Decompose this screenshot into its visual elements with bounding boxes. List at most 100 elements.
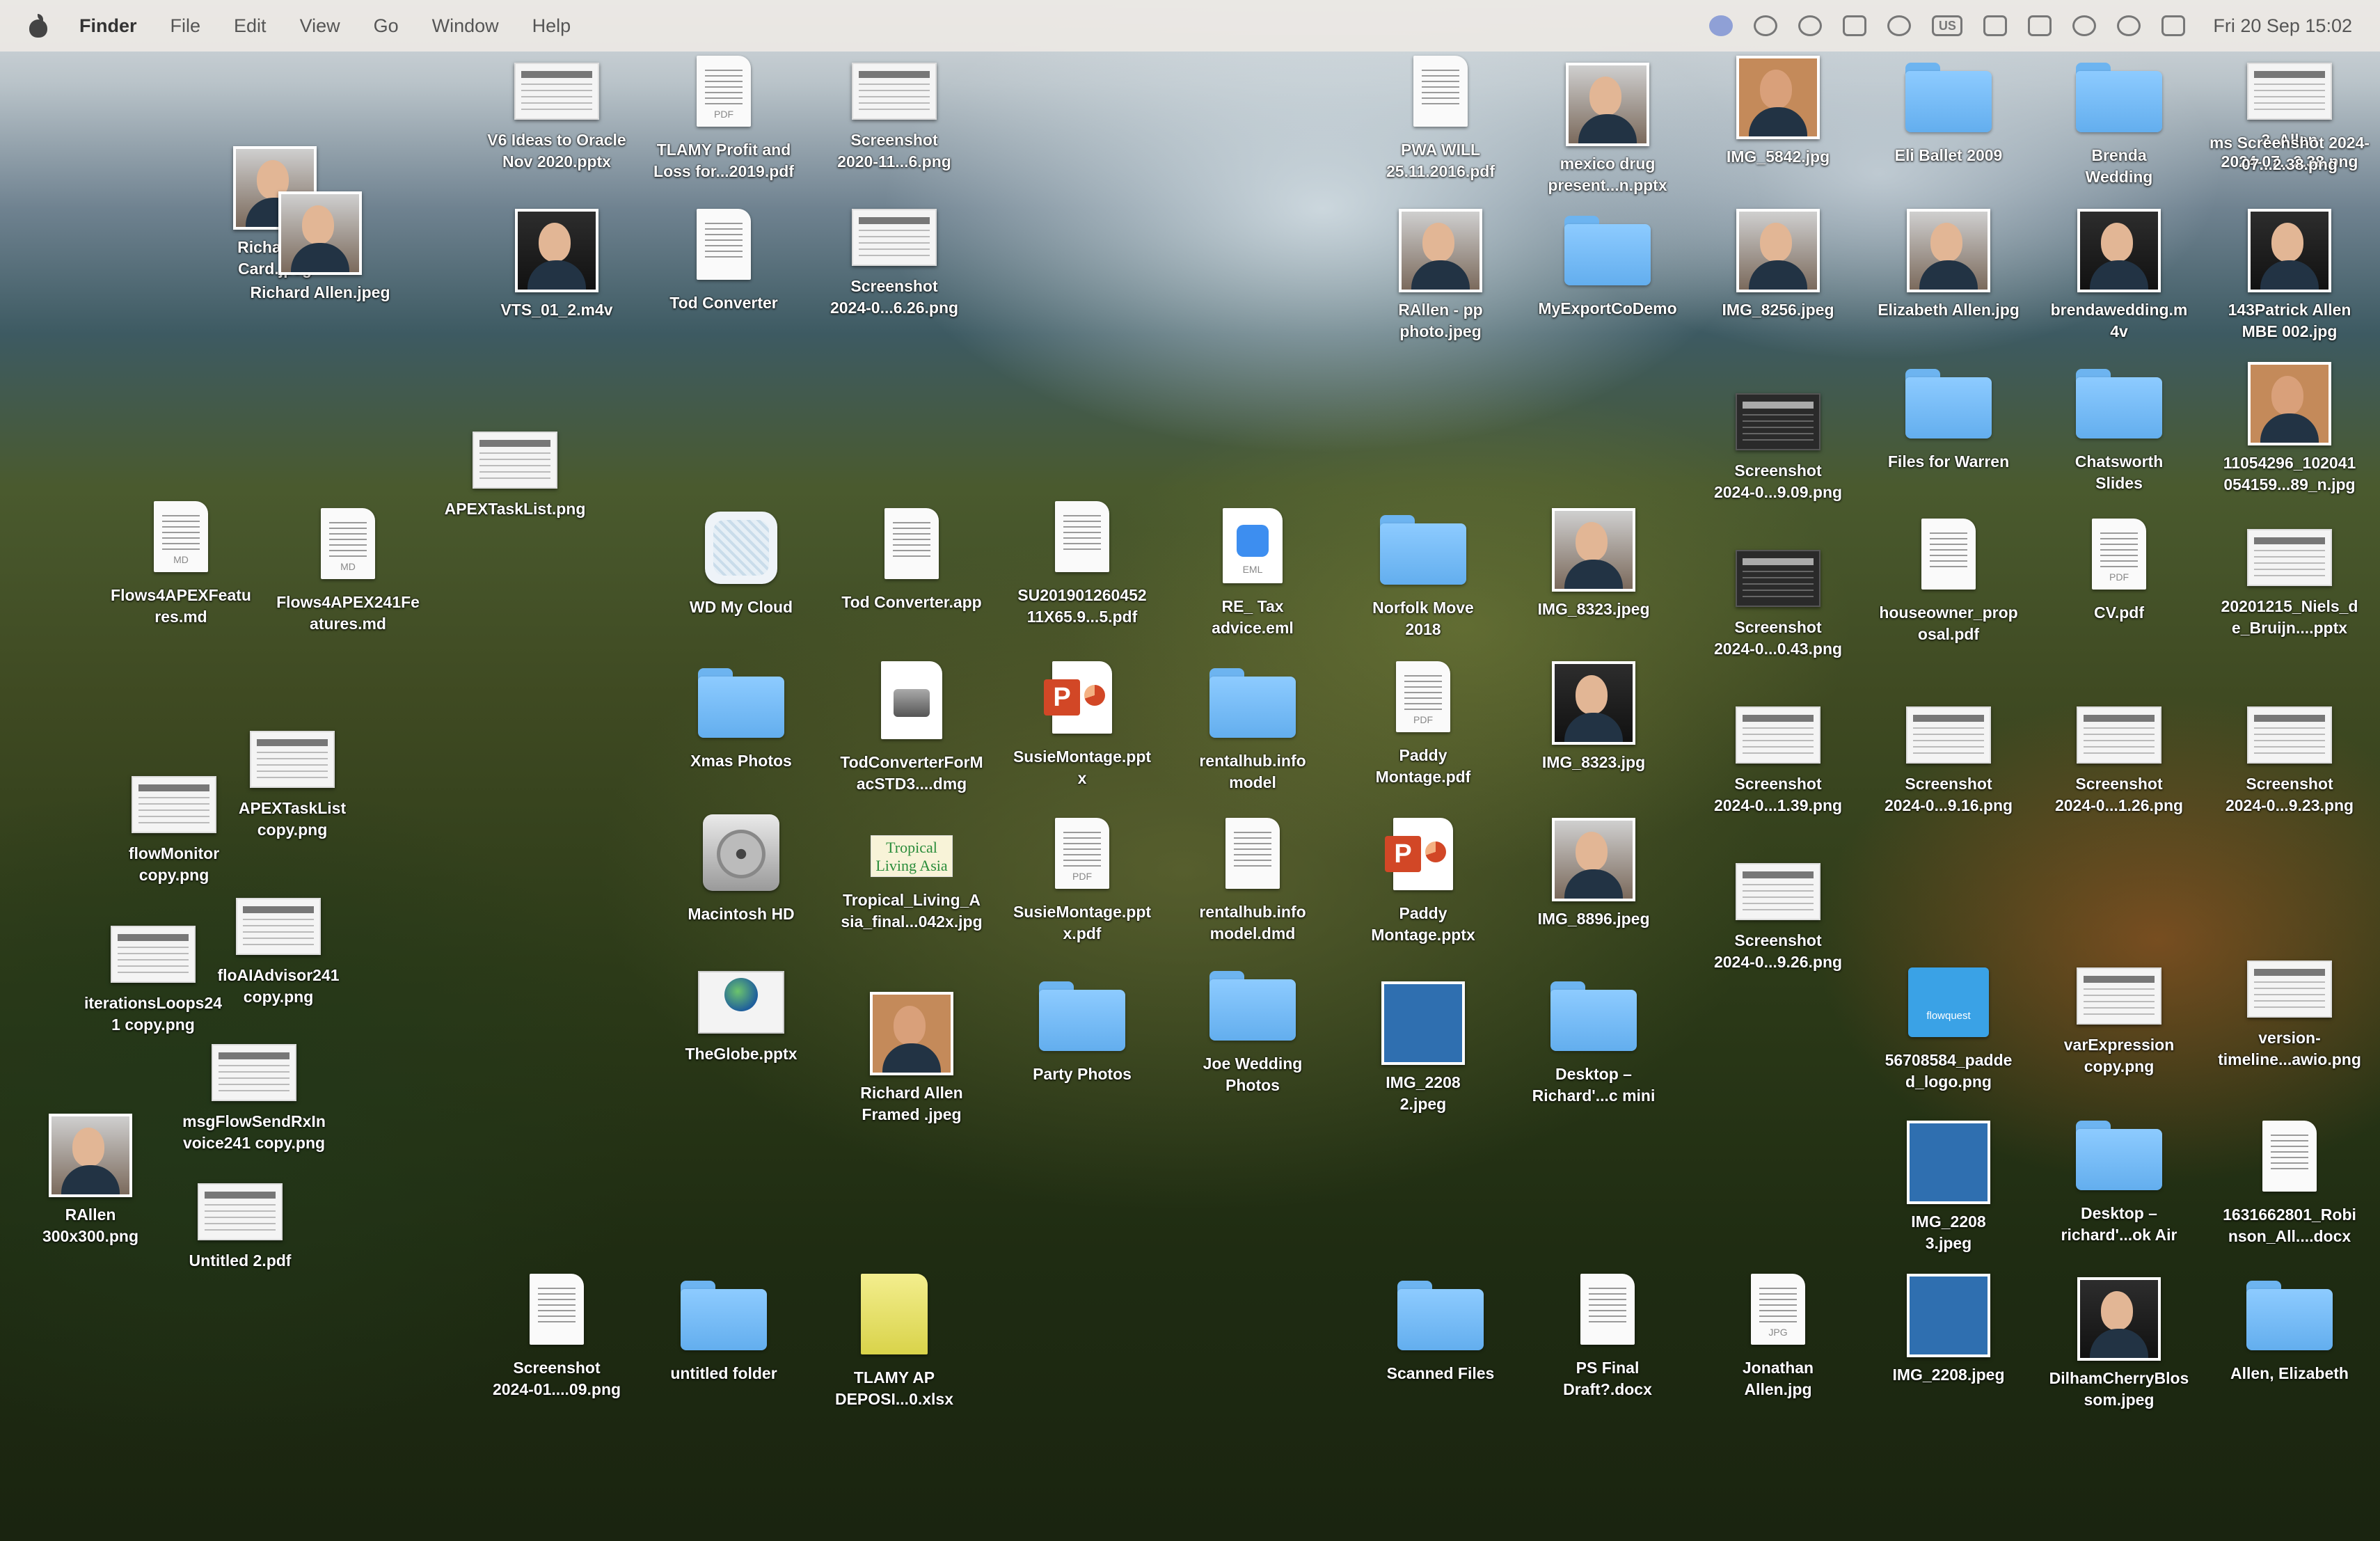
control-center-icon[interactable] bbox=[2161, 15, 2186, 36]
menu-go[interactable]: Go bbox=[374, 15, 399, 37]
desktop-item[interactable]: TLAMY AP DEPOSI...0.xlsx bbox=[814, 1274, 974, 1413]
desktop-item[interactable]: MD Flows4APEXFeatu res.md bbox=[101, 501, 261, 640]
keyboard-input-icon[interactable]: US bbox=[1932, 15, 1963, 36]
desktop-item[interactable]: IMG_8323.jpg bbox=[1514, 661, 1674, 800]
desktop-item[interactable]: EML RE_ Tax advice.eml bbox=[1173, 508, 1333, 647]
desktop-item[interactable]: Chatsworth Slides bbox=[2039, 369, 2199, 508]
menu-file[interactable]: File bbox=[170, 15, 201, 37]
desktop-item[interactable]: Screenshot 2020-11...6.png bbox=[814, 63, 974, 202]
desktop-item[interactable]: SU201901260452 11X65.9...5.pdf bbox=[1002, 501, 1162, 640]
play-icon[interactable] bbox=[1887, 15, 1912, 36]
desktop-item[interactable]: 1631662801_Robi nson_All....docx bbox=[2210, 1121, 2370, 1260]
desktop-item[interactable]: JPG Jonathan Allen.jpg bbox=[1698, 1274, 1858, 1413]
desktop-item[interactable]: version- timeline...awio.png bbox=[2210, 961, 2370, 1100]
desktop-item[interactable]: MyExportCoDemo bbox=[1528, 216, 1688, 355]
waveform-icon[interactable] bbox=[1798, 15, 1823, 36]
apple-menu-icon[interactable] bbox=[28, 14, 49, 38]
desktop-item[interactable]: msgFlowSendRxIn voice241 copy.png bbox=[174, 1044, 334, 1183]
desktop-item[interactable]: WD My Cloud bbox=[661, 512, 821, 651]
desktop-item[interactable]: PDF Paddy Montage.pdf bbox=[1343, 661, 1503, 800]
desktop-item[interactable]: flowMonitor copy.png bbox=[94, 776, 254, 915]
menu-view[interactable]: View bbox=[300, 15, 340, 37]
desktop-item[interactable]: mexico drug present...n.pptx bbox=[1528, 63, 1688, 202]
desktop-item[interactable]: IMG_5842.jpg bbox=[1698, 56, 1858, 195]
desktop-item[interactable]: Screenshot 2024-0...0.43.png bbox=[1698, 550, 1858, 689]
desktop-item[interactable]: Norfolk Move 2018 bbox=[1343, 515, 1503, 654]
search-icon[interactable] bbox=[2117, 15, 2141, 36]
desktop-item[interactable]: Tod Converter bbox=[644, 209, 804, 348]
desktop-item[interactable]: brendawedding.m 4v bbox=[2039, 209, 2199, 348]
desktop-item-label: IMG_8323.jpg bbox=[1541, 753, 1646, 771]
desktop-item[interactable]: MD Flows4APEX241Fe atures.md bbox=[268, 508, 428, 647]
desktop-item[interactable]: TodConverterForM acSTD3....dmg bbox=[832, 661, 992, 800]
desktop-item[interactable]: Richard Allen.jpeg bbox=[240, 191, 400, 331]
desktop-item[interactable]: Allen, Elizabeth bbox=[2210, 1281, 2370, 1420]
desktop-item[interactable]: APEXTaskList.png bbox=[435, 432, 595, 571]
screenshot-thumbnail-icon bbox=[852, 209, 937, 266]
desktop-item[interactable]: Screenshot 2024-0...1.39.png bbox=[1698, 706, 1858, 846]
desktop-item[interactable]: Untitled 2.pdf bbox=[160, 1183, 320, 1322]
clipboard-icon[interactable] bbox=[1843, 15, 1867, 36]
desktop-item[interactable]: untitled folder bbox=[644, 1281, 804, 1420]
menu-help[interactable]: Help bbox=[532, 15, 571, 37]
zoom-icon[interactable] bbox=[1709, 15, 1734, 36]
desktop-item[interactable]: Party Photos bbox=[1002, 981, 1162, 1121]
desktop-item[interactable]: flowquest 56708584_padde d_logo.png bbox=[1869, 967, 2029, 1107]
desktop-item[interactable]: Elizabeth Allen.jpg bbox=[1869, 209, 2029, 348]
desktop-item[interactable]: 143Patrick Allen MBE 002.jpg bbox=[2210, 209, 2370, 348]
desktop-item[interactable]: Brenda Wedding bbox=[2039, 63, 2199, 202]
desktop-item[interactable]: Screenshot 2024-0...9.09.png bbox=[1698, 393, 1858, 532]
desktop-item[interactable]: Screenshot 2024-0...9.23.png bbox=[2210, 706, 2370, 846]
desktop-item[interactable]: PWA WILL 25.11.2016.pdf bbox=[1360, 56, 1521, 195]
desktop-item[interactable]: IMG_8323.jpeg bbox=[1514, 508, 1674, 647]
desktop-item[interactable]: rentalhub.info model bbox=[1173, 668, 1333, 807]
desktop-item[interactable]: Screenshot 2024-0...9.26.png bbox=[1698, 863, 1858, 1002]
desktop-item[interactable]: PDF CV.pdf bbox=[2039, 519, 2199, 658]
desktop-item[interactable]: Xmas Photos bbox=[661, 668, 821, 807]
desktop-item[interactable]: Files for Warren bbox=[1869, 369, 2029, 508]
desktop-item[interactable]: VTS_01_2.m4v bbox=[477, 209, 637, 348]
status-area: US Fri 20 Sep 15:02 bbox=[1688, 0, 2352, 52]
battery-person-icon[interactable] bbox=[1983, 15, 2008, 36]
desktop-item[interactable]: IMG_2208 2.jpeg bbox=[1343, 981, 1503, 1121]
desktop-item[interactable]: varExpression copy.png bbox=[2039, 967, 2199, 1107]
wifi-icon[interactable] bbox=[2072, 15, 2097, 36]
desktop-item[interactable]: Scanned Files bbox=[1360, 1281, 1521, 1420]
desktop-item[interactable]: Screenshot 2024-0...9.16.png bbox=[1869, 706, 2029, 846]
desktop-item[interactable]: houseowner_prop osal.pdf bbox=[1869, 519, 2029, 658]
desktop-item[interactable]: rentalhub.info model.dmd bbox=[1173, 818, 1333, 957]
desktop-item[interactable]: Screenshot 2024-01....09.png bbox=[477, 1274, 637, 1413]
desktop-item[interactable]: Eli Ballet 2009 bbox=[1869, 63, 2029, 202]
desktop-item[interactable]: Macintosh HD bbox=[661, 814, 821, 954]
desktop-item[interactable]: Richard Allen Framed .jpeg bbox=[832, 992, 992, 1131]
desktop-item[interactable]: Desktop – Richard'...c mini bbox=[1514, 981, 1674, 1121]
menu-app-finder[interactable]: Finder bbox=[79, 15, 137, 37]
openai-icon[interactable] bbox=[1754, 15, 1778, 36]
desktop-item[interactable]: TheGlobe.pptx bbox=[661, 971, 821, 1110]
desktop-item[interactable]: P SusieMontage.ppt x bbox=[1002, 661, 1162, 800]
desktop-item[interactable]: PDF TLAMY Profit and Loss for...2019.pdf bbox=[644, 56, 804, 195]
desktop-item[interactable]: Desktop – richard'...ok Air bbox=[2039, 1121, 2199, 1260]
desktop-item[interactable]: 11054296_102041 054159...89_n.jpg bbox=[2210, 362, 2370, 501]
desktop-item[interactable]: IMG_2208 3.jpeg bbox=[1869, 1121, 2029, 1260]
desktop-item[interactable]: Tod Converter.app bbox=[832, 508, 992, 647]
desktop-item[interactable]: Joe Wedding Photos bbox=[1173, 971, 1333, 1110]
desktop-item[interactable]: DilhamCherryBlos som.jpeg bbox=[2039, 1277, 2199, 1416]
desktop-item[interactable]: RAllen - pp photo.jpeg bbox=[1360, 209, 1521, 348]
desktop-item[interactable]: Screenshot 2024-0...1.26.png bbox=[2039, 706, 2199, 846]
desktop-item[interactable]: V6 Ideas to Oracle Nov 2020.pptx bbox=[477, 63, 637, 202]
battery-icon[interactable] bbox=[2028, 15, 2052, 36]
desktop-item[interactable]: Tropical Living Asia Tropical_Living_A si… bbox=[832, 835, 992, 974]
desktop-item[interactable]: RAllen 300x300.png bbox=[10, 1114, 170, 1253]
desktop-item[interactable]: IMG_8256.jpeg bbox=[1698, 209, 1858, 348]
desktop-item[interactable]: P Paddy Montage.pptx bbox=[1343, 818, 1503, 957]
desktop-item[interactable]: PDF SusieMontage.ppt x.pdf bbox=[1002, 818, 1162, 957]
desktop-item[interactable]: IMG_8896.jpeg bbox=[1514, 818, 1674, 957]
menu-clock[interactable]: Fri 20 Sep 15:02 bbox=[2213, 15, 2352, 37]
desktop-item[interactable]: 20201215_Niels_d e_Bruijn....pptx bbox=[2210, 529, 2370, 668]
menu-edit[interactable]: Edit bbox=[234, 15, 267, 37]
desktop-item[interactable]: PS Final Draft?.docx bbox=[1528, 1274, 1688, 1413]
desktop-item[interactable]: Screenshot 2024-0...6.26.png bbox=[814, 209, 974, 348]
desktop-item[interactable]: IMG_2208.jpeg bbox=[1869, 1274, 2029, 1413]
menu-window[interactable]: Window bbox=[432, 15, 499, 37]
